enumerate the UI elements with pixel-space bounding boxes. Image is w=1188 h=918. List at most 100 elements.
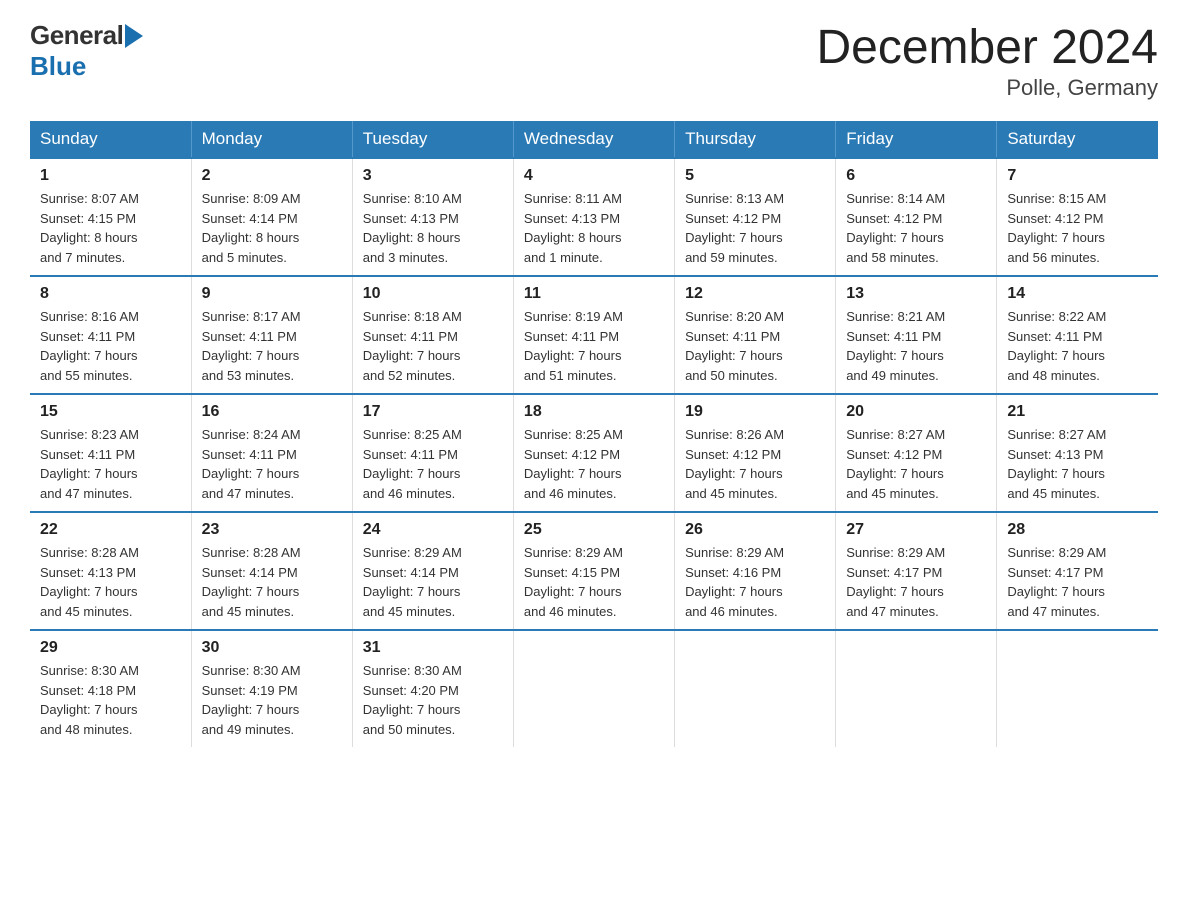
day-info: Sunrise: 8:25 AMSunset: 4:12 PMDaylight:… [524, 425, 664, 503]
calendar-cell: 14 Sunrise: 8:22 AMSunset: 4:11 PMDaylig… [997, 276, 1158, 394]
day-number: 7 [1007, 167, 1148, 185]
day-info: Sunrise: 8:17 AMSunset: 4:11 PMDaylight:… [202, 307, 342, 385]
day-info: Sunrise: 8:14 AMSunset: 4:12 PMDaylight:… [846, 189, 986, 267]
column-header-sunday: Sunday [30, 121, 191, 158]
day-number: 20 [846, 403, 986, 421]
calendar-cell: 31 Sunrise: 8:30 AMSunset: 4:20 PMDaylig… [352, 630, 513, 747]
calendar-cell: 16 Sunrise: 8:24 AMSunset: 4:11 PMDaylig… [191, 394, 352, 512]
column-header-tuesday: Tuesday [352, 121, 513, 158]
day-info: Sunrise: 8:30 AMSunset: 4:18 PMDaylight:… [40, 661, 181, 739]
logo: General Blue [30, 20, 143, 82]
calendar-cell: 5 Sunrise: 8:13 AMSunset: 4:12 PMDayligh… [675, 158, 836, 276]
day-info: Sunrise: 8:15 AMSunset: 4:12 PMDaylight:… [1007, 189, 1148, 267]
day-number: 6 [846, 167, 986, 185]
calendar-cell: 26 Sunrise: 8:29 AMSunset: 4:16 PMDaylig… [675, 512, 836, 630]
calendar-week-row: 22 Sunrise: 8:28 AMSunset: 4:13 PMDaylig… [30, 512, 1158, 630]
calendar-cell: 4 Sunrise: 8:11 AMSunset: 4:13 PMDayligh… [513, 158, 674, 276]
day-number: 28 [1007, 521, 1148, 539]
calendar-cell: 8 Sunrise: 8:16 AMSunset: 4:11 PMDayligh… [30, 276, 191, 394]
calendar-cell: 24 Sunrise: 8:29 AMSunset: 4:14 PMDaylig… [352, 512, 513, 630]
day-number: 29 [40, 639, 181, 657]
day-info: Sunrise: 8:29 AMSunset: 4:16 PMDaylight:… [685, 543, 825, 621]
day-info: Sunrise: 8:21 AMSunset: 4:11 PMDaylight:… [846, 307, 986, 385]
calendar-cell: 3 Sunrise: 8:10 AMSunset: 4:13 PMDayligh… [352, 158, 513, 276]
calendar-week-row: 15 Sunrise: 8:23 AMSunset: 4:11 PMDaylig… [30, 394, 1158, 512]
day-info: Sunrise: 8:19 AMSunset: 4:11 PMDaylight:… [524, 307, 664, 385]
day-info: Sunrise: 8:26 AMSunset: 4:12 PMDaylight:… [685, 425, 825, 503]
calendar-cell: 20 Sunrise: 8:27 AMSunset: 4:12 PMDaylig… [836, 394, 997, 512]
day-info: Sunrise: 8:22 AMSunset: 4:11 PMDaylight:… [1007, 307, 1148, 385]
calendar-cell: 21 Sunrise: 8:27 AMSunset: 4:13 PMDaylig… [997, 394, 1158, 512]
column-header-friday: Friday [836, 121, 997, 158]
day-number: 25 [524, 521, 664, 539]
day-info: Sunrise: 8:27 AMSunset: 4:13 PMDaylight:… [1007, 425, 1148, 503]
day-info: Sunrise: 8:16 AMSunset: 4:11 PMDaylight:… [40, 307, 181, 385]
day-info: Sunrise: 8:18 AMSunset: 4:11 PMDaylight:… [363, 307, 503, 385]
calendar-cell: 12 Sunrise: 8:20 AMSunset: 4:11 PMDaylig… [675, 276, 836, 394]
calendar-header-row: SundayMondayTuesdayWednesdayThursdayFrid… [30, 121, 1158, 158]
day-info: Sunrise: 8:27 AMSunset: 4:12 PMDaylight:… [846, 425, 986, 503]
day-number: 14 [1007, 285, 1148, 303]
column-header-wednesday: Wednesday [513, 121, 674, 158]
day-info: Sunrise: 8:29 AMSunset: 4:15 PMDaylight:… [524, 543, 664, 621]
day-number: 23 [202, 521, 342, 539]
calendar-cell: 22 Sunrise: 8:28 AMSunset: 4:13 PMDaylig… [30, 512, 191, 630]
calendar-cell: 28 Sunrise: 8:29 AMSunset: 4:17 PMDaylig… [997, 512, 1158, 630]
day-number: 21 [1007, 403, 1148, 421]
calendar-cell: 2 Sunrise: 8:09 AMSunset: 4:14 PMDayligh… [191, 158, 352, 276]
calendar-cell: 25 Sunrise: 8:29 AMSunset: 4:15 PMDaylig… [513, 512, 674, 630]
location-label: Polle, Germany [816, 75, 1158, 101]
day-number: 2 [202, 167, 342, 185]
page-header: General Blue December 2024 Polle, German… [30, 20, 1158, 101]
column-header-monday: Monday [191, 121, 352, 158]
day-info: Sunrise: 8:11 AMSunset: 4:13 PMDaylight:… [524, 189, 664, 267]
day-number: 9 [202, 285, 342, 303]
logo-general-text: General [30, 20, 123, 51]
day-number: 24 [363, 521, 503, 539]
day-number: 18 [524, 403, 664, 421]
day-info: Sunrise: 8:25 AMSunset: 4:11 PMDaylight:… [363, 425, 503, 503]
day-info: Sunrise: 8:30 AMSunset: 4:19 PMDaylight:… [202, 661, 342, 739]
day-number: 5 [685, 167, 825, 185]
calendar-cell: 19 Sunrise: 8:26 AMSunset: 4:12 PMDaylig… [675, 394, 836, 512]
day-info: Sunrise: 8:20 AMSunset: 4:11 PMDaylight:… [685, 307, 825, 385]
day-info: Sunrise: 8:13 AMSunset: 4:12 PMDaylight:… [685, 189, 825, 267]
day-number: 4 [524, 167, 664, 185]
calendar-cell: 7 Sunrise: 8:15 AMSunset: 4:12 PMDayligh… [997, 158, 1158, 276]
day-number: 12 [685, 285, 825, 303]
day-info: Sunrise: 8:09 AMSunset: 4:14 PMDaylight:… [202, 189, 342, 267]
day-info: Sunrise: 8:30 AMSunset: 4:20 PMDaylight:… [363, 661, 503, 739]
day-number: 10 [363, 285, 503, 303]
calendar-cell: 9 Sunrise: 8:17 AMSunset: 4:11 PMDayligh… [191, 276, 352, 394]
logo-arrow-icon [125, 24, 143, 48]
month-title: December 2024 [816, 20, 1158, 75]
day-info: Sunrise: 8:29 AMSunset: 4:17 PMDaylight:… [846, 543, 986, 621]
day-number: 15 [40, 403, 181, 421]
calendar-week-row: 29 Sunrise: 8:30 AMSunset: 4:18 PMDaylig… [30, 630, 1158, 747]
calendar-cell: 17 Sunrise: 8:25 AMSunset: 4:11 PMDaylig… [352, 394, 513, 512]
day-number: 13 [846, 285, 986, 303]
day-number: 27 [846, 521, 986, 539]
calendar-cell: 1 Sunrise: 8:07 AMSunset: 4:15 PMDayligh… [30, 158, 191, 276]
column-header-saturday: Saturday [997, 121, 1158, 158]
day-info: Sunrise: 8:29 AMSunset: 4:17 PMDaylight:… [1007, 543, 1148, 621]
logo-blue-text: Blue [30, 51, 86, 82]
column-header-thursday: Thursday [675, 121, 836, 158]
calendar-cell [997, 630, 1158, 747]
day-number: 19 [685, 403, 825, 421]
day-number: 31 [363, 639, 503, 657]
day-info: Sunrise: 8:28 AMSunset: 4:14 PMDaylight:… [202, 543, 342, 621]
day-number: 17 [363, 403, 503, 421]
day-info: Sunrise: 8:29 AMSunset: 4:14 PMDaylight:… [363, 543, 503, 621]
day-number: 22 [40, 521, 181, 539]
title-section: December 2024 Polle, Germany [816, 20, 1158, 101]
calendar-table: SundayMondayTuesdayWednesdayThursdayFrid… [30, 121, 1158, 747]
day-number: 3 [363, 167, 503, 185]
calendar-cell: 29 Sunrise: 8:30 AMSunset: 4:18 PMDaylig… [30, 630, 191, 747]
day-number: 26 [685, 521, 825, 539]
day-info: Sunrise: 8:28 AMSunset: 4:13 PMDaylight:… [40, 543, 181, 621]
calendar-cell: 11 Sunrise: 8:19 AMSunset: 4:11 PMDaylig… [513, 276, 674, 394]
day-number: 11 [524, 285, 664, 303]
calendar-cell [513, 630, 674, 747]
calendar-cell: 13 Sunrise: 8:21 AMSunset: 4:11 PMDaylig… [836, 276, 997, 394]
